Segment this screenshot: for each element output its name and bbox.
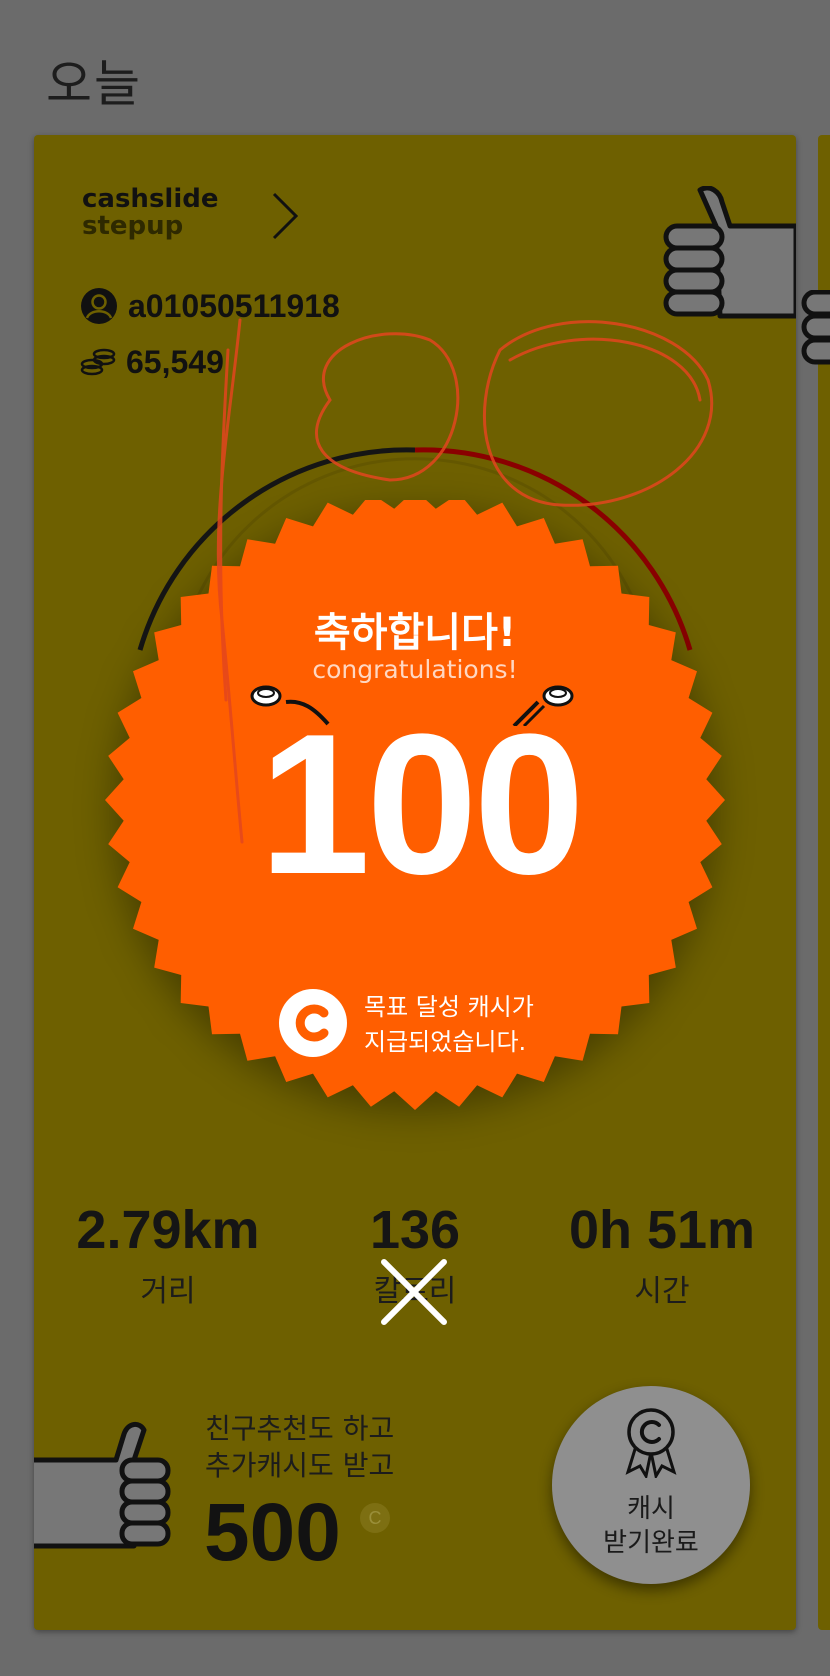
goal-message-line1: 목표 달성 캐시가 [364,993,534,1021]
congrats-title: 축하합니다! [313,610,517,656]
goal-message-line2: 지급되었습니다. [364,1028,527,1056]
referral-line2: 추가캐시도 받고 [205,1449,395,1482]
cash-claim-line1: 캐시 [627,1494,675,1524]
referral-line1: 친구추천도 하고 [205,1412,395,1445]
congrats-subtitle: congratulations! [312,655,518,684]
referral-amount: 500 [204,1487,341,1578]
stat-distance: 2.79km 거리 [48,1200,288,1310]
cash-c-small-icon: C [360,1503,390,1533]
close-icon[interactable] [380,1258,448,1326]
cash-claim-label: 캐시 받기완료 [552,1492,750,1560]
medal-icon [625,1408,677,1478]
goal-message: 목표 달성 캐시가 지급되었습니다. [364,990,534,1060]
thumbs-up-icon [34,1422,171,1549]
reward-amount: 100 [259,693,585,916]
time-label: 시간 [634,1274,690,1309]
distance-value: 2.79km [76,1200,260,1260]
calories-value: 136 [369,1200,461,1260]
cash-claim-line2: 받기완료 [603,1528,699,1558]
time-value: 0h 51m [568,1200,756,1260]
distance-label: 거리 [140,1274,196,1309]
cash-claim-button[interactable]: 캐시 받기완료 [552,1386,750,1584]
stat-time: 0h 51m 시간 [542,1200,782,1310]
cash-c-icon [279,989,347,1057]
referral-promo[interactable]: 친구추천도 하고 추가캐시도 받고 [205,1410,394,1484]
